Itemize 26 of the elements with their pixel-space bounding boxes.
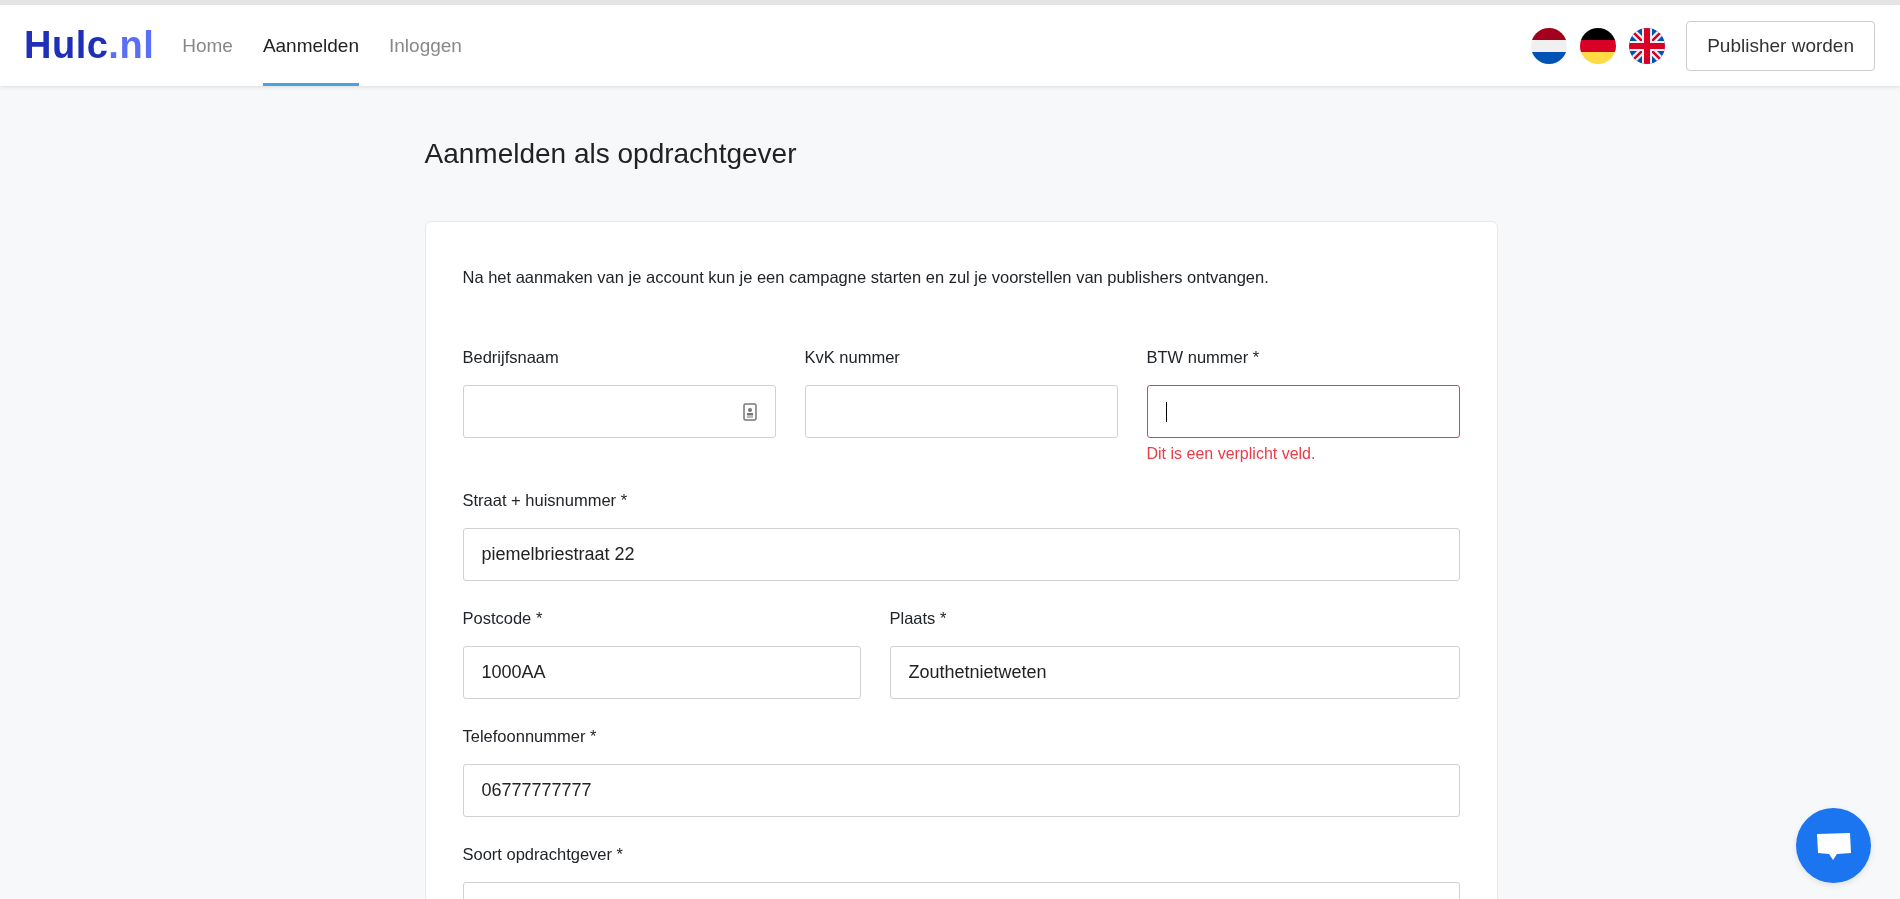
field-label: Soort opdrachtgever *	[462, 845, 624, 864]
chat-button[interactable]	[1796, 808, 1871, 883]
nav-tab[interactable]: Home	[182, 5, 233, 86]
field-label: Telefoonnummer *	[462, 727, 598, 746]
error-message: Dit is een verplicht veld.	[1146, 445, 1317, 463]
field-label: Bedrijfsnaam	[462, 348, 560, 367]
field-label: BTW nummer *	[1146, 348, 1261, 367]
field-label: Plaats *	[889, 609, 948, 628]
input-field[interactable]: 1000AA	[462, 646, 861, 699]
nav-tab[interactable]: Aanmelden	[262, 5, 359, 86]
publisher-button[interactable]: Publisher worden	[1686, 20, 1875, 71]
contact-card-icon[interactable]	[742, 402, 757, 421]
input-field[interactable]: 06777777777	[462, 764, 1460, 817]
nav-tab[interactable]: Inloggen	[389, 5, 462, 86]
input-field[interactable]: Zouthetnietweten	[889, 646, 1460, 699]
input-field[interactable]: piemelbriestraat 22	[462, 528, 1460, 581]
german-flag-icon[interactable]	[1580, 27, 1617, 64]
field-label: Postcode *	[462, 609, 544, 628]
input-field[interactable]	[1146, 385, 1460, 438]
british-flag-icon[interactable]	[1629, 27, 1666, 64]
field-label: Straat + huisnummer *	[462, 491, 629, 510]
dutch-flag-icon[interactable]	[1531, 27, 1568, 64]
logo[interactable]: Hulc.nl	[24, 24, 155, 67]
page-title: Aanmelden als opdrachtgever	[424, 138, 798, 170]
field-label: KvK nummer	[804, 348, 901, 367]
intro-text: Na het aanmaken van je account kun je een campagne starten en zul je voorstellen van publishers ontvangen.	[462, 268, 1270, 287]
